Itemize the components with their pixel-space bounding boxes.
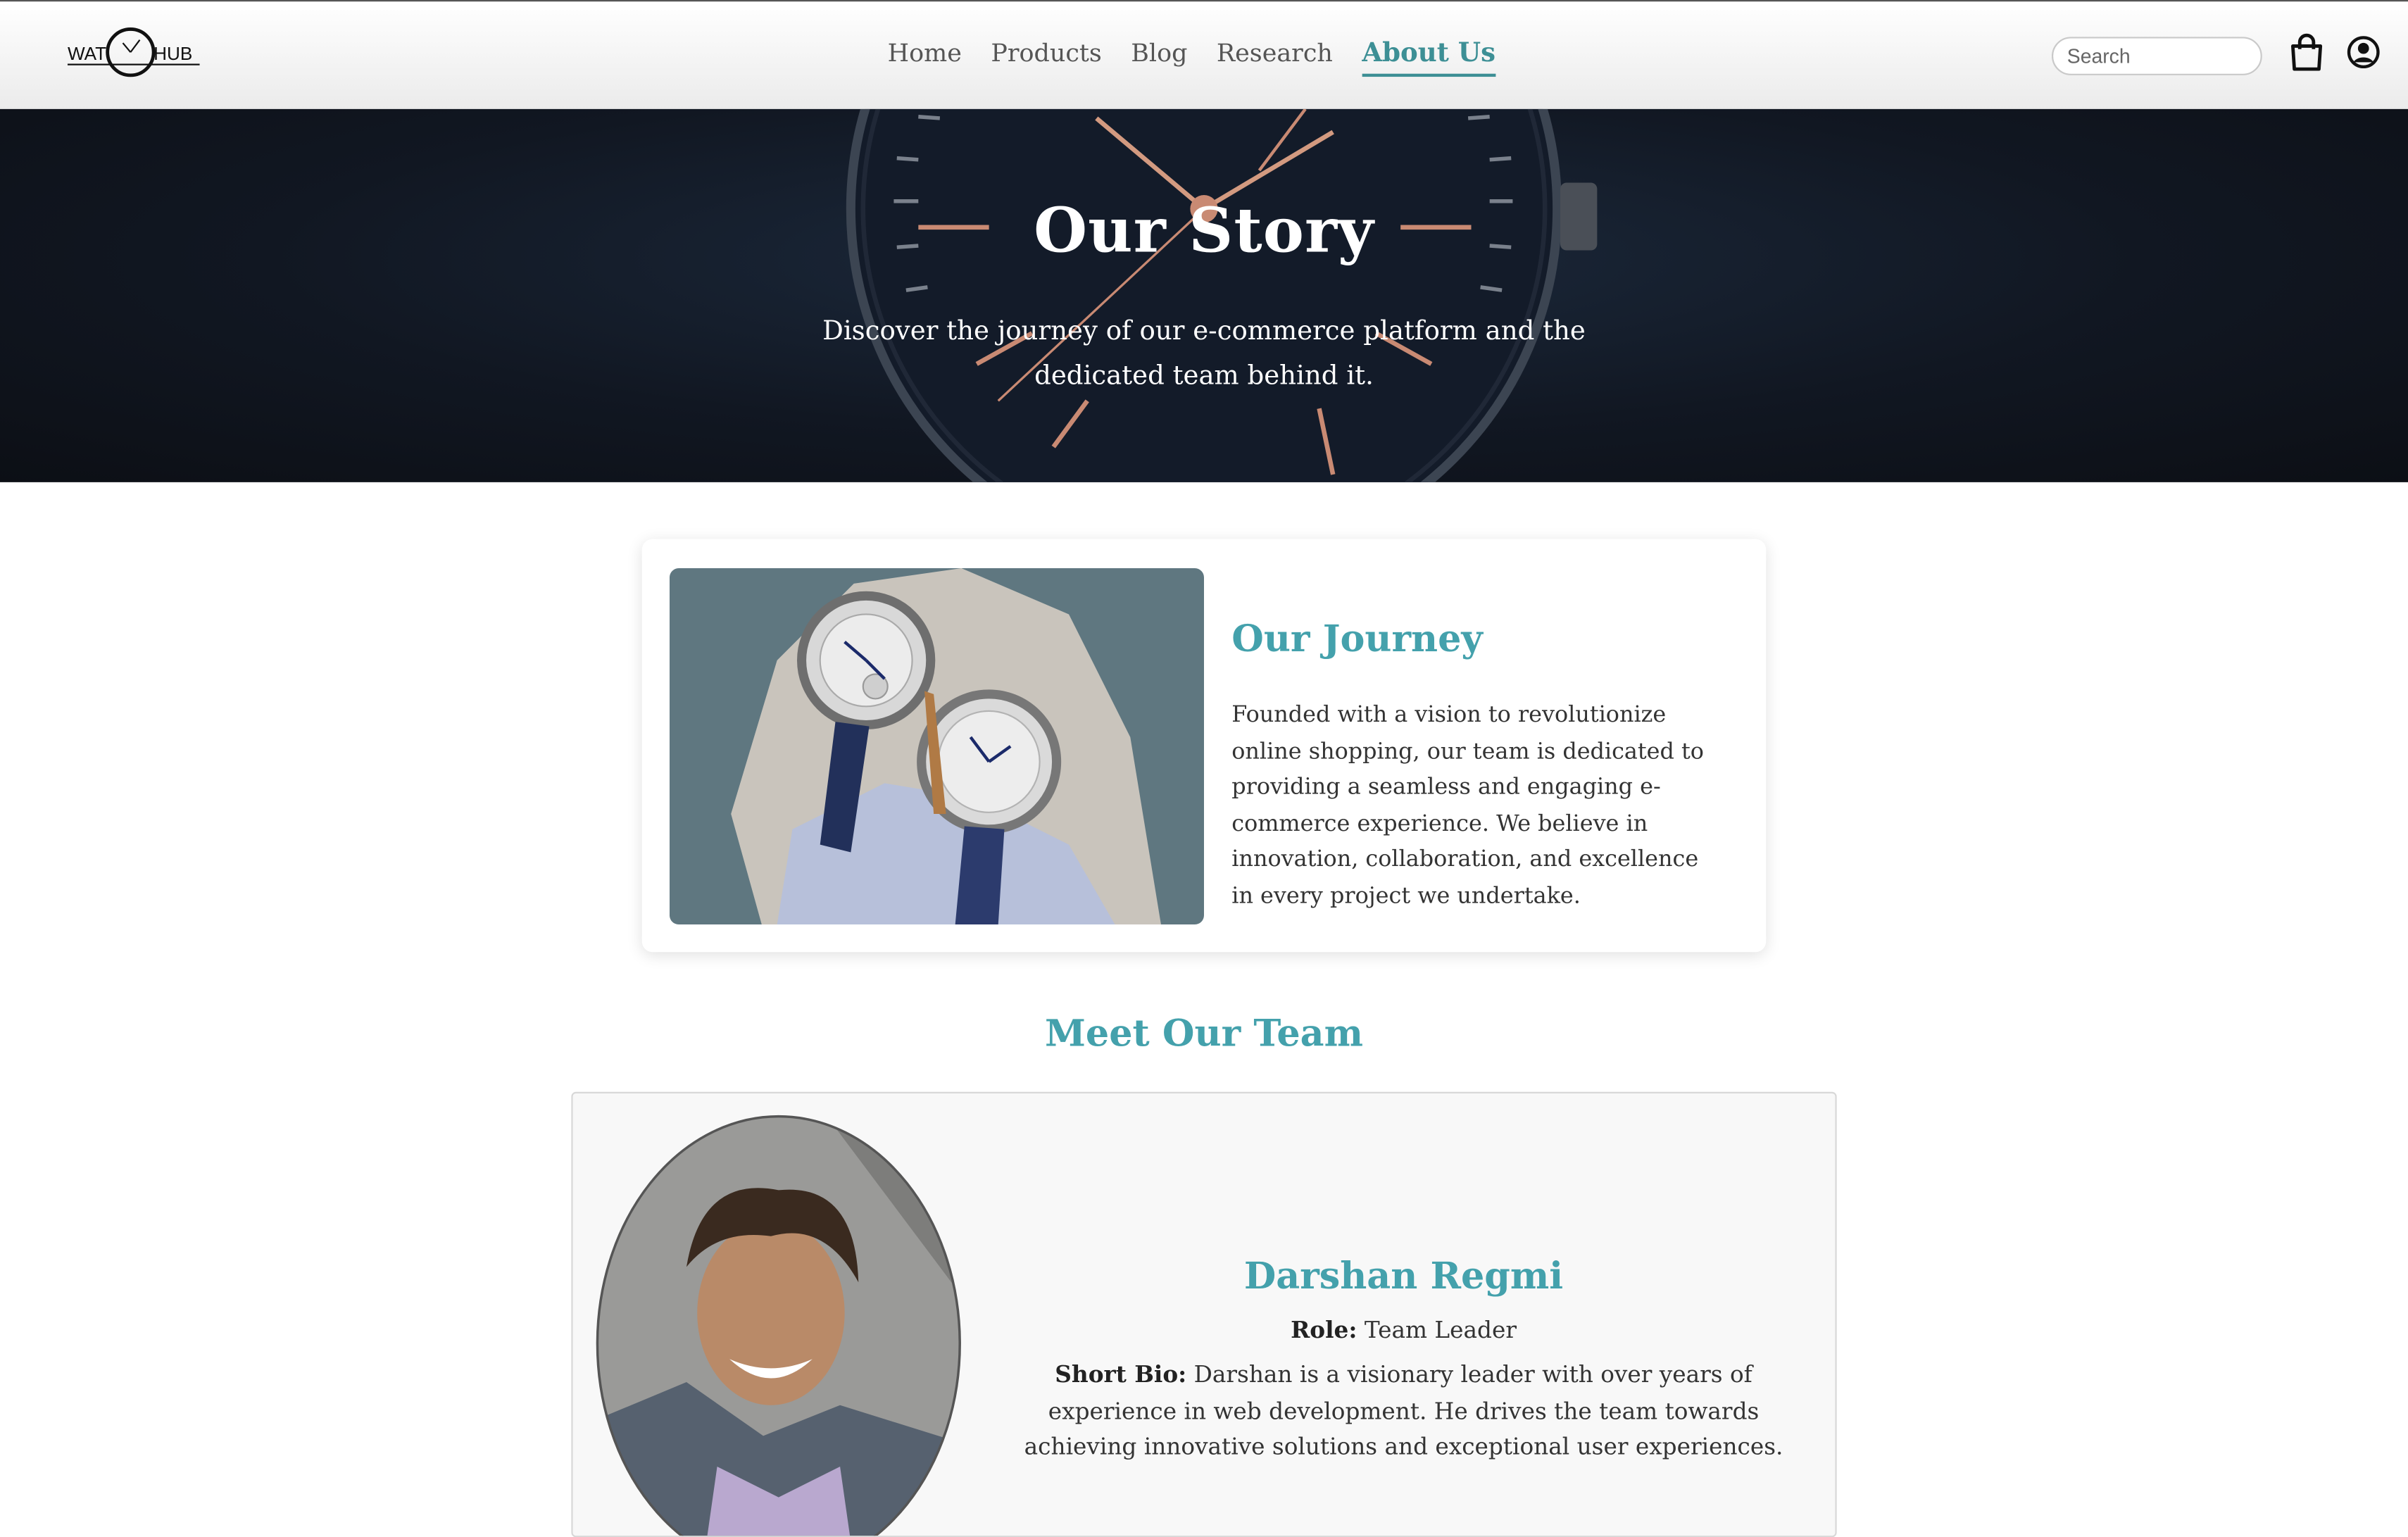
bio-label: Short Bio: — [1055, 1360, 1187, 1388]
logo-text-right: HUB — [153, 43, 192, 64]
hero-title: Our Story — [1034, 195, 1374, 268]
nav-research[interactable]: Research — [1217, 35, 1333, 77]
navbar: WAT HUB Home Products Blog Research Abou… — [0, 0, 2408, 109]
nav-home[interactable]: Home — [888, 35, 962, 77]
nav-blog[interactable]: Blog — [1131, 35, 1187, 77]
role-label: Role: — [1291, 1316, 1357, 1344]
shopping-bag-icon[interactable] — [2287, 32, 2327, 73]
member-role: Role: Team Leader — [1012, 1316, 1795, 1343]
watches-on-rock-image — [669, 568, 1204, 925]
nav-products[interactable]: Products — [991, 35, 1101, 77]
team-heading: Meet Our Team — [1044, 1010, 1363, 1055]
member-name: Darshan Regmi — [1243, 1253, 1564, 1298]
search-input[interactable] — [2051, 37, 2262, 75]
watchub-logo[interactable]: WAT HUB — [65, 23, 203, 82]
logo-text-left: WAT — [68, 43, 106, 64]
member-bio: Short Bio: Darshan is a visionary leader… — [1012, 1357, 1795, 1466]
journey-title: Our Journey — [1231, 615, 1483, 660]
watch-dial-background — [846, 108, 1598, 482]
user-account-icon[interactable] — [2343, 32, 2383, 73]
member-photo — [596, 1115, 961, 1536]
hero-banner: Our Story Discover the journey of our e-… — [0, 108, 2408, 482]
main-nav: Home Products Blog Research About Us — [888, 35, 1495, 77]
member-info: Darshan Regmi Role: Team Leader Short Bi… — [1012, 1253, 1795, 1466]
journey-card: Our Journey Founded with a vision to rev… — [641, 539, 1767, 953]
role-value: Team Leader — [1364, 1316, 1517, 1344]
journey-text: Founded with a vision to revolutionize o… — [1231, 701, 1704, 909]
hero-subtitle: Discover the journey of our e-commerce p… — [822, 316, 1586, 392]
nav-about-us[interactable]: About Us — [1362, 35, 1495, 77]
team-member-card: Darshan Regmi Role: Team Leader Short Bi… — [571, 1091, 1837, 1537]
